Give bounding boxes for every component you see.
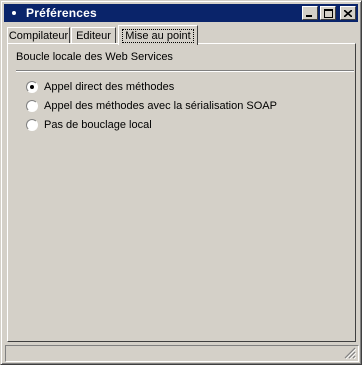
radio-option-no-loopback[interactable]: Pas de bouclage local xyxy=(26,117,152,133)
maximize-icon xyxy=(323,8,333,18)
tab-mise-au-point[interactable]: Mise au point xyxy=(118,25,198,45)
radio-option-soap[interactable]: Appel des méthodes avec la sérialisation… xyxy=(26,98,277,114)
tab-compilateur[interactable]: Compilateur xyxy=(7,27,70,44)
radio-button[interactable] xyxy=(26,100,38,112)
tab-label: Mise au point xyxy=(122,28,194,43)
radio-selected-dot xyxy=(30,85,34,89)
close-icon xyxy=(344,9,352,17)
maximize-button[interactable] xyxy=(320,6,336,20)
title-bar[interactable]: Préférences xyxy=(4,4,358,22)
radio-option-direct[interactable]: Appel direct des méthodes xyxy=(26,79,174,95)
tab-editeur[interactable]: Editeur xyxy=(71,27,116,44)
separator xyxy=(16,70,354,72)
tab-panel: Boucle locale des Web Services Appel dir… xyxy=(7,43,356,342)
window-title: Préférences xyxy=(26,6,97,20)
radio-button[interactable] xyxy=(26,81,38,93)
preferences-window: Préférences Compilateur Editeur Mise au … xyxy=(0,0,362,365)
radio-label: Appel direct des méthodes xyxy=(44,81,175,93)
group-title: Boucle locale des Web Services xyxy=(16,51,173,63)
minimize-icon xyxy=(306,15,312,17)
tab-label: Editeur xyxy=(76,30,111,42)
app-icon[interactable] xyxy=(8,7,20,19)
radio-label: Pas de bouclage local xyxy=(44,119,152,131)
status-bar xyxy=(5,345,359,362)
radio-button[interactable] xyxy=(26,119,38,131)
close-button[interactable] xyxy=(340,6,356,20)
radio-label: Appel des méthodes avec la sérialisation… xyxy=(44,100,277,112)
minimize-button[interactable] xyxy=(302,6,318,20)
resize-grip-icon[interactable] xyxy=(344,347,356,359)
tab-label: Compilateur xyxy=(8,30,69,42)
